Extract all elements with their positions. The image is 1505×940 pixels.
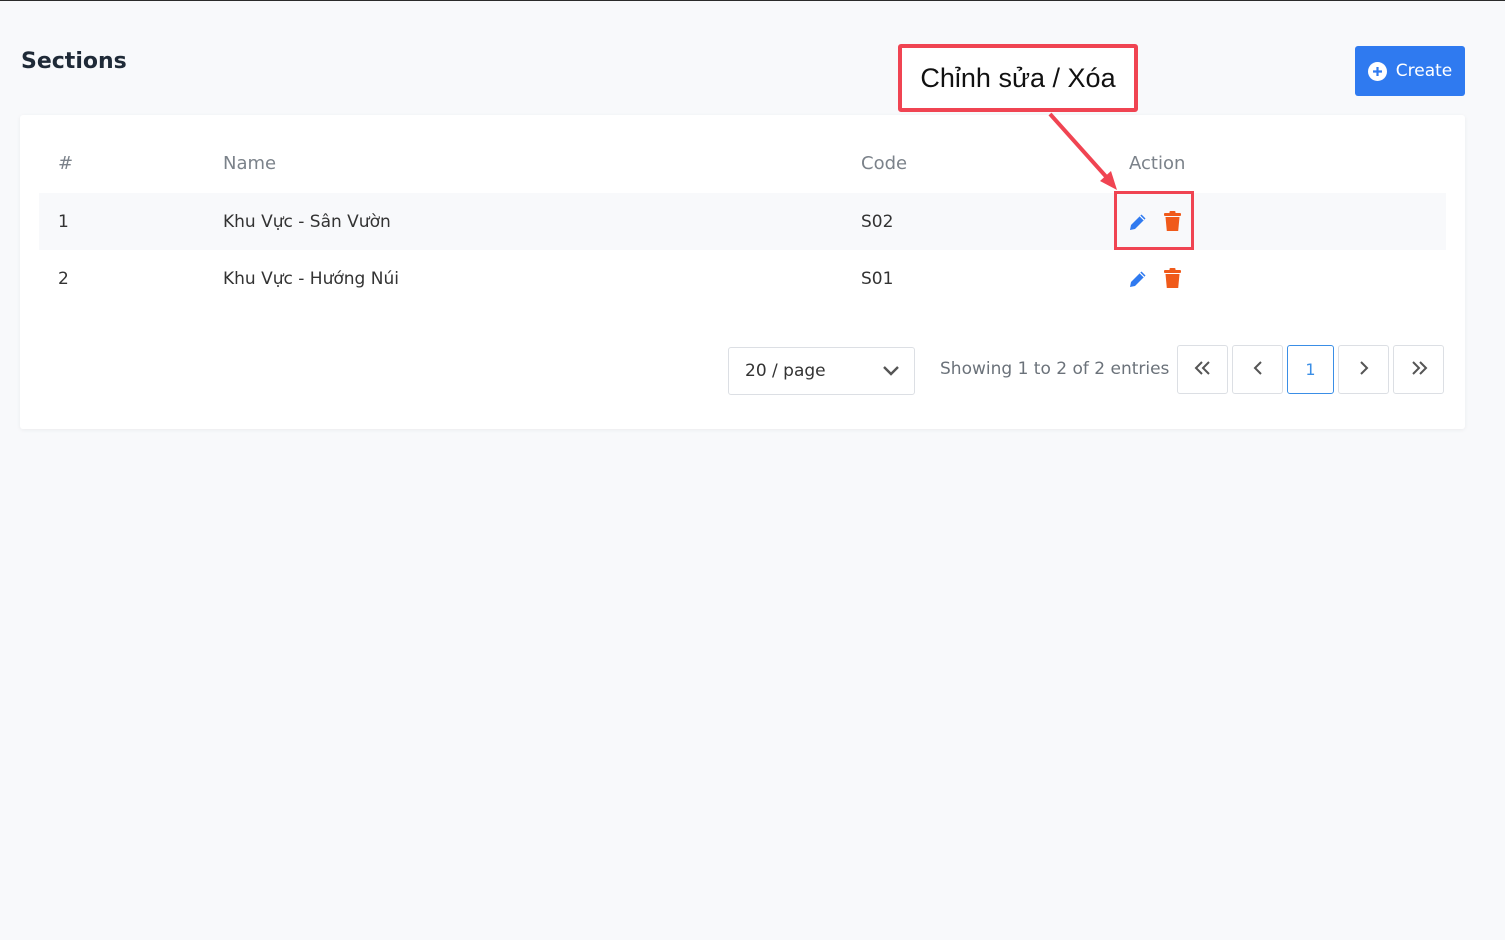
annotation-callout: Chỉnh sửa / Xóa <box>898 44 1138 112</box>
annotation-label: Chỉnh sửa / Xóa <box>920 62 1116 93</box>
annotation-arrow <box>1048 112 1117 190</box>
